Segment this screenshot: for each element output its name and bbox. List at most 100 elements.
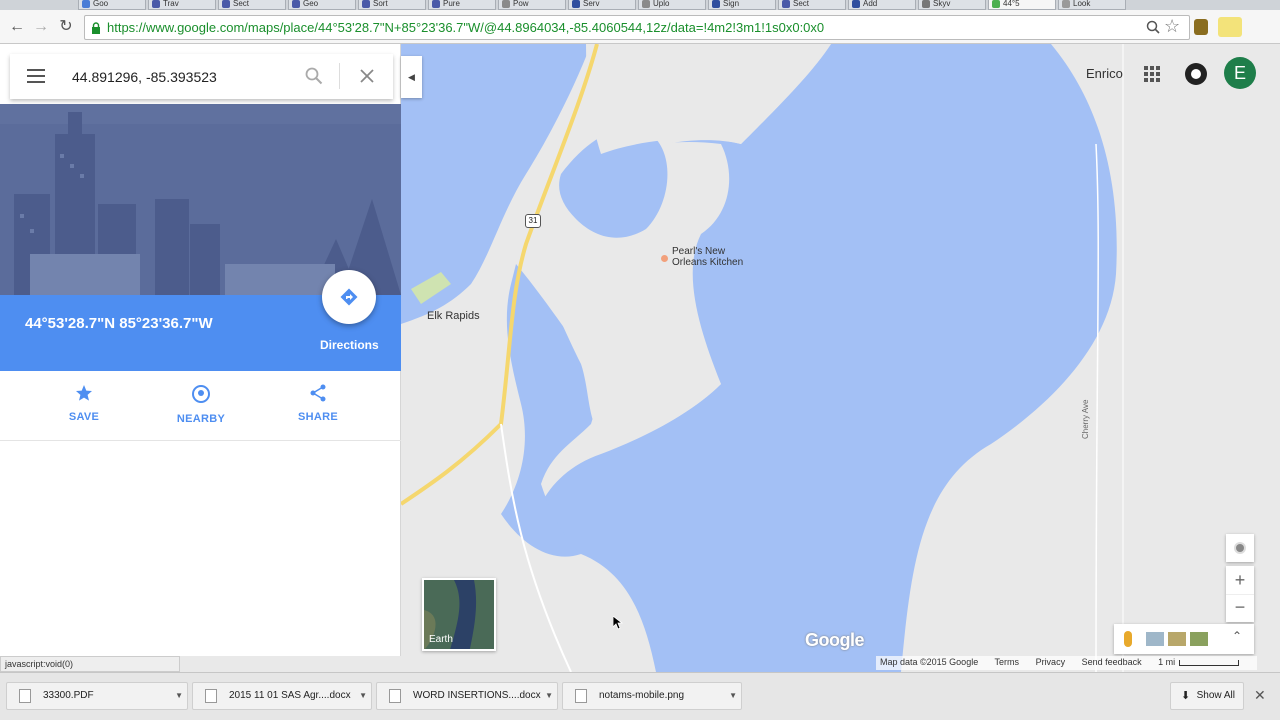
tab-label: Look: [1073, 0, 1091, 8]
tab-favicon-icon: [642, 0, 650, 8]
apps-grid-icon[interactable]: [1144, 66, 1160, 82]
menu-icon[interactable]: [27, 69, 45, 83]
browser-tab[interactable]: Uplo: [638, 0, 706, 10]
tab-label: Trav: [163, 0, 179, 8]
tab-favicon-icon: [712, 0, 720, 8]
browser-tab[interactable]: Sect: [778, 0, 846, 10]
browser-tab[interactable]: Add: [848, 0, 916, 10]
tab-label: Sign: [723, 0, 740, 8]
map-canvas[interactable]: 31 Pearl's New Orleans Kitchen Elk Rapids…: [401, 44, 1280, 672]
restaurant-label-line1: Pearl's New: [672, 246, 726, 257]
share-icon: [310, 384, 326, 402]
layer-thumb-3[interactable]: [1190, 632, 1208, 646]
browser-tab[interactable]: 44°5: [988, 0, 1056, 10]
browser-tab[interactable]: Pure: [428, 0, 496, 10]
layer-thumb-1[interactable]: [1146, 632, 1164, 646]
tab-favicon-icon: [502, 0, 510, 8]
share-label: SHARE: [297, 411, 338, 423]
notifications-icon[interactable]: [1185, 63, 1207, 85]
show-all-label: Show All: [1196, 690, 1235, 701]
tab-favicon-icon: [992, 0, 1000, 8]
zoom-icon[interactable]: [1146, 20, 1160, 34]
tab-label: Serv: [583, 0, 600, 8]
my-location-button[interactable]: [1226, 534, 1254, 562]
scale-label: 1 mi: [1158, 657, 1176, 667]
browser-tab[interactable]: Geo: [288, 0, 356, 10]
town-label: Elk Rapids: [427, 310, 480, 322]
chevron-down-icon[interactable]: ▼: [359, 683, 367, 709]
expand-icon[interactable]: ⌃: [1232, 629, 1242, 643]
nearby-button[interactable]: NEARBY: [166, 384, 236, 425]
browser-tab[interactable]: Sect: [218, 0, 286, 10]
status-bar: javascript:void(0): [0, 656, 180, 672]
layer-thumb-2[interactable]: [1168, 632, 1186, 646]
browser-toolbar: ← → ↻ https://www.google.com/maps/place/…: [0, 10, 1280, 44]
save-button[interactable]: SAVE: [49, 384, 119, 423]
close-downloads-icon[interactable]: ✕: [1254, 687, 1266, 704]
restaurant-label[interactable]: Pearl's New Orleans Kitchen: [672, 246, 743, 268]
tab-favicon-icon: [82, 0, 90, 8]
avatar[interactable]: E: [1224, 57, 1256, 89]
chevron-down-icon[interactable]: ▼: [545, 683, 553, 709]
browser-tab[interactable]: Trav: [148, 0, 216, 10]
zoom-out-button[interactable]: −: [1226, 594, 1254, 622]
bookmark-star-icon[interactable]: ☆: [1164, 16, 1180, 37]
download-item[interactable]: 33300.PDF ▼: [6, 682, 188, 710]
nearby-icon: [192, 385, 210, 403]
download-item[interactable]: WORD INSERTIONS....docx ▼: [376, 682, 558, 710]
tab-favicon-icon: [782, 0, 790, 8]
pegman-icon[interactable]: [1124, 631, 1132, 647]
browser-tab[interactable]: Look: [1058, 0, 1126, 10]
privacy-link[interactable]: Privacy: [1036, 657, 1066, 667]
download-item[interactable]: notams-mobile.png ▼: [562, 682, 742, 710]
star-icon: [76, 385, 92, 401]
download-name: WORD INSERTIONS....docx: [413, 690, 541, 701]
user-name[interactable]: Enrico: [1086, 66, 1123, 81]
browser-tab[interactable]: Serv: [568, 0, 636, 10]
place-panel: 44°53'28.7"N 85°23'36.7"W Directions SAV…: [0, 44, 401, 656]
scale-bar: [1179, 659, 1240, 666]
tab-label: Pure: [443, 0, 460, 8]
tab-favicon-icon: [922, 0, 930, 8]
back-icon[interactable]: ←: [8, 18, 26, 36]
download-name: notams-mobile.png: [599, 690, 685, 701]
browser-tab[interactable]: Goo: [78, 0, 146, 10]
chevron-down-icon[interactable]: ▼: [729, 683, 737, 709]
reload-icon[interactable]: ↻: [57, 18, 75, 36]
nearby-label: NEARBY: [176, 413, 226, 425]
search-icon[interactable]: [305, 67, 323, 85]
send-feedback-link[interactable]: Send feedback: [1082, 657, 1142, 667]
forward-icon[interactable]: →: [32, 18, 50, 36]
tab-favicon-icon: [222, 0, 230, 8]
show-all-downloads-button[interactable]: ⬇ Show All: [1170, 682, 1244, 710]
browser-tab[interactable]: Skyv: [918, 0, 986, 10]
address-bar[interactable]: https://www.google.com/maps/place/44°53'…: [84, 15, 1190, 40]
browser-tab[interactable]: Sort: [358, 0, 426, 10]
road-label: Cherry Ave: [1081, 399, 1090, 439]
chevron-down-icon[interactable]: ▼: [175, 683, 183, 709]
restaurant-pin-icon[interactable]: [661, 254, 668, 265]
search-input[interactable]: [72, 66, 292, 88]
tab-label: Add: [863, 0, 878, 8]
tab-favicon-icon: [362, 0, 370, 8]
directions-label[interactable]: Directions: [320, 338, 379, 352]
search-box: [10, 54, 393, 99]
browser-tab[interactable]: Sign: [708, 0, 776, 10]
file-icon: [205, 689, 217, 703]
browser-tab[interactable]: Pow: [498, 0, 566, 10]
extension-lock-icon[interactable]: [1194, 19, 1208, 35]
url-text: https://www.google.com/maps/place/44°53'…: [107, 20, 825, 35]
close-icon[interactable]: [360, 69, 374, 83]
mouse-cursor-icon: [613, 616, 623, 630]
collapse-panel-button[interactable]: ◀: [401, 56, 422, 98]
zoom-in-button[interactable]: +: [1226, 566, 1254, 594]
earth-view-toggle[interactable]: Earth: [422, 578, 496, 651]
file-icon: [575, 689, 587, 703]
directions-button[interactable]: [322, 270, 376, 324]
terms-link[interactable]: Terms: [995, 657, 1020, 667]
extension-icon[interactable]: [1218, 17, 1242, 37]
download-item[interactable]: 2015 11 01 SAS Agr....docx ▼: [192, 682, 372, 710]
share-button[interactable]: SHARE: [283, 384, 353, 423]
highway-shield: 31: [525, 214, 541, 228]
tab-label: Skyv: [933, 0, 951, 8]
